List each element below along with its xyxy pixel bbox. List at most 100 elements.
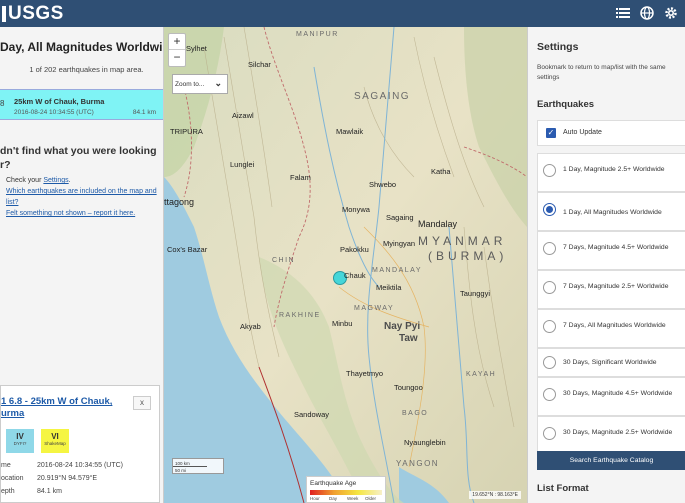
map-label: Akyab	[240, 322, 261, 331]
list-format-heading: List Format	[537, 483, 589, 494]
map-label: Taw	[399, 333, 418, 344]
map-label: MAGWAY	[354, 305, 395, 312]
feed-option-label: 30 Days, Significant Worldwide	[563, 359, 657, 366]
map-label: Myingyan	[383, 239, 416, 248]
map-label: Monywa	[342, 205, 370, 214]
help-text: Check your Settings. Which earthquakes a…	[6, 177, 157, 217]
map-label: ttagong	[164, 197, 195, 207]
radio-selected-icon	[543, 203, 556, 216]
feed-option-label: 30 Days, Magnitude 2.5+ Worldwide	[563, 429, 673, 436]
map-label: MANDALAY	[372, 267, 422, 274]
list-item-selected-earthquake[interactable]: 8 25km W of Chauk, Burma 2016-08-24 10:3…	[0, 89, 163, 120]
map-label: MANIPUR	[296, 31, 339, 38]
map-label: Meiktila	[376, 283, 402, 292]
list-view-icon[interactable]	[615, 5, 631, 21]
detail-location-value: 20.919°N 94.579°E	[37, 475, 98, 482]
map-label: BAGO	[402, 410, 429, 417]
map-label: Chauk	[344, 271, 366, 280]
which-earthquakes-link[interactable]: Which earthquakes are included on the ma…	[6, 188, 157, 206]
feed-option-label: 1 Day, All Magnitudes Worldwide	[563, 209, 662, 216]
close-card-button[interactable]: x	[133, 396, 151, 410]
map-label: Mawlaik	[336, 127, 364, 136]
earthquake-count: 1 of 202 earthquakes in map area.	[29, 65, 144, 74]
detail-depth-value: 84.1 km	[37, 488, 62, 495]
zoom-to-select[interactable]: Zoom to... ⌄	[172, 74, 228, 94]
search-catalog-button[interactable]: Search Earthquake Catalog	[537, 451, 685, 470]
map-label: Sylhet	[186, 44, 207, 53]
header-icons	[615, 5, 679, 21]
earthquake-magnitude: 8	[0, 99, 5, 108]
radio-icon	[543, 356, 556, 369]
map-label: Katha	[431, 167, 451, 176]
detail-depth-label: epth	[1, 488, 15, 495]
zoom-control: + −	[168, 33, 186, 67]
terrain-basemap	[164, 27, 527, 503]
map-label: (BURMA)	[428, 249, 508, 263]
earthquake-detail-title[interactable]: 1 6.8 - 25km W of Chauk, urma	[1, 396, 131, 420]
map-label: Nyaunglebin	[404, 438, 446, 447]
feed-option-30day-m45[interactable]: 30 Days, Magnitude 4.5+ Worldwide	[537, 377, 685, 416]
radio-icon	[543, 164, 556, 177]
globe-map-icon[interactable]	[639, 5, 655, 21]
feed-option-1day-all[interactable]: 1 Day, All Magnitudes Worldwide	[537, 192, 685, 231]
feed-option-7day-m45[interactable]: 7 Days, Magnitude 4.5+ Worldwide	[537, 231, 685, 270]
settings-gear-icon[interactable]	[663, 5, 679, 21]
feed-option-30day-significant[interactable]: 30 Days, Significant Worldwide	[537, 348, 685, 377]
map-label: Minbu	[332, 319, 353, 328]
map-label: SAGAING	[354, 91, 411, 102]
scale-mi: 50 mi	[175, 468, 187, 473]
map-label: Taunggyi	[460, 289, 491, 298]
map-label: Aizawl	[232, 111, 254, 120]
usgs-logo[interactable]: USGS	[0, 3, 64, 25]
map-label: Sagaing	[386, 213, 414, 222]
feed-option-label: 7 Days, Magnitude 4.5+ Worldwide	[563, 244, 669, 251]
didnt-find-heading: dn't find what you were looking r?	[0, 145, 157, 171]
felt-report-link[interactable]: Felt something not shown – report it her…	[6, 210, 135, 217]
auto-update-checkbox[interactable]: ✓ Auto Update	[537, 120, 685, 146]
earthquake-time: 2016-08-24 10:34:55 (UTC)	[14, 109, 94, 116]
dyfi-badge[interactable]: IV DYFI?	[6, 429, 34, 453]
map-view[interactable]: + − Zoom to... ⌄ MANIPUR Sylhet Silchar …	[164, 27, 527, 503]
feed-option-7day-m25[interactable]: 7 Days, Magnitude 2.5+ Worldwide	[537, 270, 685, 309]
map-label: Silchar	[248, 60, 271, 69]
checkbox-checked-icon: ✓	[546, 128, 556, 138]
zoom-out-button[interactable]: −	[169, 50, 185, 66]
map-label: CHIN	[272, 257, 296, 264]
legend-older: Older	[365, 496, 377, 501]
settings-subtitle: Bookmark to return to map/list with the …	[537, 64, 666, 81]
map-label: YANGON	[396, 459, 440, 468]
radio-icon	[543, 388, 556, 401]
shakemap-badge[interactable]: VI ShakeMap	[41, 429, 69, 453]
map-coordinates: 19.652°N : 98.163°E	[469, 491, 521, 499]
earthquakes-heading: Earthquakes	[537, 99, 595, 110]
legend-hour: Hour	[310, 496, 320, 501]
map-label: RAKHINE	[279, 312, 321, 319]
legend-day: Day	[329, 496, 338, 501]
settings-panel: Settings Bookmark to return to map/list …	[527, 27, 685, 503]
map-label: TRIPURA	[170, 127, 203, 136]
zoom-in-button[interactable]: +	[169, 34, 185, 50]
feed-option-label: 30 Days, Magnitude 4.5+ Worldwide	[563, 390, 673, 397]
earthquake-depth: 84.1 km	[132, 109, 156, 116]
map-scale: 100 km 50 mi	[172, 458, 224, 474]
earthquake-age-legend: Earthquake Age Hour Day Week Older	[306, 476, 386, 503]
feed-option-7day-all[interactable]: 7 Days, All Magnitudes Worldwide	[537, 309, 685, 348]
feed-option-label: 7 Days, All Magnitudes Worldwide	[563, 322, 666, 329]
usgs-logo-text: USGS	[8, 2, 64, 24]
earthquake-list-panel: Day, All Magnitudes Worldwide 1 of 202 e…	[0, 27, 164, 503]
radio-icon	[543, 281, 556, 294]
map-label: Mandalay	[418, 219, 458, 229]
map-label: Pakokku	[340, 245, 369, 254]
settings-link[interactable]: Settings	[43, 177, 68, 184]
earthquake-place: 25km W of Chauk, Burma	[14, 97, 105, 106]
map-label: Shwebo	[369, 180, 397, 189]
chevron-down-icon: ⌄	[214, 78, 222, 88]
dyfi-intensity: IV	[16, 432, 24, 441]
radio-icon	[543, 320, 556, 333]
feed-option-1day-m25[interactable]: 1 Day, Magnitude 2.5+ Worldwide	[537, 153, 685, 192]
map-label: MYANMAR	[418, 234, 507, 248]
radio-icon	[543, 427, 556, 440]
usgs-logo-mark	[2, 5, 6, 22]
map-label: Sandoway	[294, 410, 330, 419]
feed-option-30day-m25[interactable]: 30 Days, Magnitude 2.5+ Worldwide	[537, 416, 685, 455]
